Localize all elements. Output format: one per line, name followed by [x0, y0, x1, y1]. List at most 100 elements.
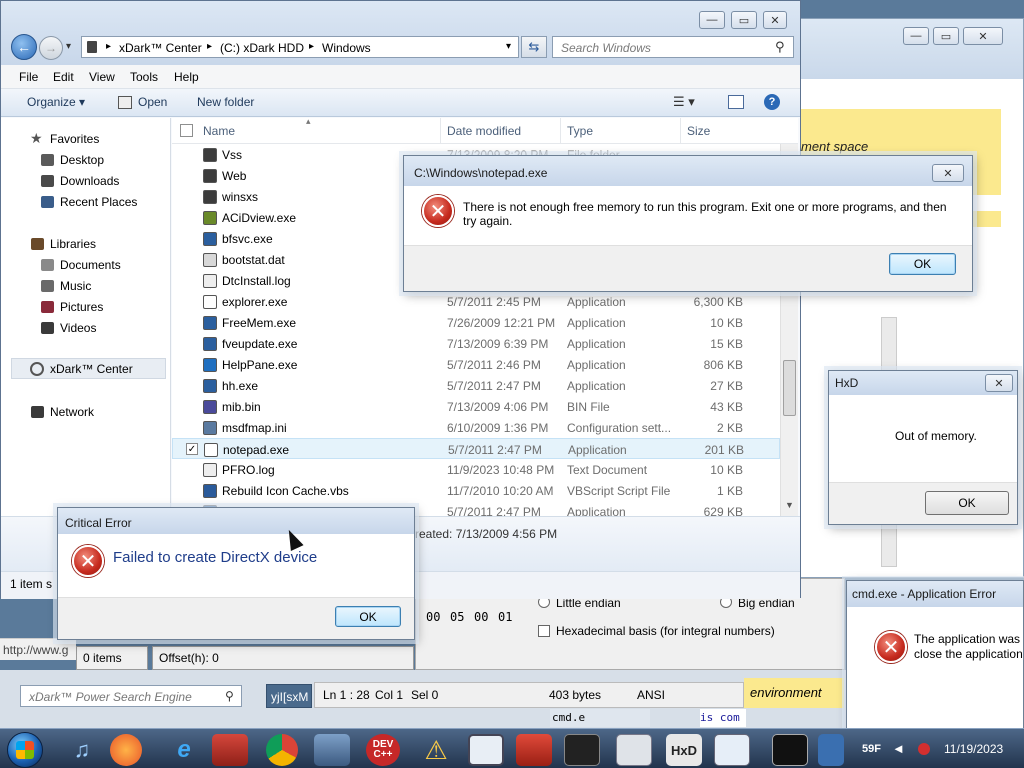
- select-all-checkbox[interactable]: [180, 124, 193, 137]
- menu-tools[interactable]: Tools: [130, 70, 158, 84]
- search-icon[interactable]: ⚲: [225, 689, 234, 703]
- row-checkbox[interactable]: ✓: [186, 443, 198, 455]
- xdark-center-icon: [30, 362, 44, 376]
- refresh-button[interactable]: ⇆: [521, 36, 547, 58]
- nav-xdark-center[interactable]: xDark™ Center: [11, 358, 166, 379]
- start-orb[interactable]: [7, 732, 43, 768]
- tool-icon[interactable]: [314, 734, 350, 766]
- error-tray-icon[interactable]: [918, 743, 930, 755]
- scrollbar-thumb[interactable]: [783, 360, 796, 416]
- dialog-message-line1: The application was u: [914, 632, 1024, 646]
- open-button[interactable]: Open: [138, 95, 167, 109]
- nav-documents[interactable]: Documents: [1, 255, 166, 275]
- column-size[interactable]: Size: [687, 124, 710, 138]
- ie-icon[interactable]: e: [166, 734, 202, 766]
- column-name[interactable]: Name: [203, 124, 235, 138]
- ok-button[interactable]: OK: [889, 253, 956, 275]
- pos-icon[interactable]: [564, 734, 600, 766]
- minimize-button[interactable]: —: [903, 27, 929, 45]
- nav-videos[interactable]: Videos: [1, 318, 166, 338]
- close-button[interactable]: ✕: [963, 27, 1003, 45]
- toolbox-icon[interactable]: [516, 734, 552, 766]
- column-type[interactable]: Type: [567, 124, 593, 138]
- view-options-icon[interactable]: ☰ ▾: [673, 94, 695, 110]
- breadcrumb-item[interactable]: xDark™ Center: [119, 41, 202, 55]
- notes-icon[interactable]: [616, 734, 652, 766]
- chevron-down-icon[interactable]: ▾: [506, 41, 511, 52]
- maximize-button[interactable]: ▭: [731, 11, 757, 29]
- cmd-icon[interactable]: [772, 734, 808, 766]
- back-button[interactable]: ←: [11, 34, 37, 60]
- hex-basis-checkbox[interactable]: [538, 625, 550, 637]
- file-size: 806 KB: [703, 358, 743, 372]
- app-icon[interactable]: [212, 734, 248, 766]
- scroll-down-icon[interactable]: ▼: [785, 500, 794, 510]
- close-button[interactable]: ✕: [985, 374, 1013, 392]
- search-input[interactable]: Search Windows ⚲: [552, 36, 794, 58]
- warning-icon[interactable]: ⚠: [418, 734, 454, 766]
- close-button[interactable]: ✕: [763, 11, 787, 29]
- chrome-icon[interactable]: [266, 734, 298, 766]
- table-row[interactable]: Rebuild Icon Cache.vbs 11/7/2010 10:20 AM…: [172, 480, 780, 501]
- file-name: Rebuild Icon Cache.vbs: [222, 484, 349, 498]
- devcpp-icon[interactable]: DEV C++: [366, 734, 400, 766]
- nav-network[interactable]: Network: [1, 402, 166, 422]
- menu-help[interactable]: Help: [174, 70, 199, 84]
- music-icon[interactable]: ♫: [64, 734, 100, 766]
- file-type: BIN File: [567, 400, 610, 414]
- window-icon[interactable]: [468, 734, 504, 766]
- network-icon: [31, 406, 44, 418]
- chevron-down-icon[interactable]: ▾: [66, 41, 71, 52]
- address-bar[interactable]: ▸ xDark™ Center ▸ (C:) xDark HDD ▸ Windo…: [81, 36, 519, 58]
- minimize-button[interactable]: —: [699, 11, 725, 29]
- critical-error-dialog: Critical Error ✕ Failed to create Direct…: [57, 507, 415, 640]
- nav-favorites[interactable]: ★ Favorites: [1, 129, 166, 149]
- ok-button[interactable]: OK: [925, 491, 1009, 515]
- table-row[interactable]: msdfmap.ini 6/10/2009 1:36 PM Configuratio…: [172, 417, 780, 438]
- hxd-icon[interactable]: HxD: [666, 734, 702, 766]
- breadcrumb-item[interactable]: (C:) xDark HDD: [220, 41, 304, 55]
- editor-icon[interactable]: [714, 734, 750, 766]
- sxm-button[interactable]: yjI[sxM: [266, 684, 312, 708]
- menu-edit[interactable]: Edit: [53, 70, 74, 84]
- menu-file[interactable]: File: [19, 70, 38, 84]
- column-date[interactable]: Date modified: [447, 124, 521, 138]
- breadcrumb-item[interactable]: Windows: [322, 41, 371, 55]
- nav-pictures[interactable]: Pictures: [1, 297, 166, 317]
- nav-downloads[interactable]: Downloads: [1, 171, 166, 191]
- clock[interactable]: 11/19/2023: [944, 742, 1003, 756]
- volume-icon[interactable]: ◄: [892, 741, 905, 756]
- file-date: 11/7/2010 10:20 AM: [447, 484, 554, 498]
- hxd-label: HxD: [670, 742, 697, 758]
- nav-recent-places[interactable]: Recent Places: [1, 192, 166, 212]
- nav-music[interactable]: Music: [1, 276, 166, 296]
- maximize-button[interactable]: ▭: [933, 27, 959, 45]
- menu-view[interactable]: View: [89, 70, 115, 84]
- nav-desktop[interactable]: Desktop: [1, 150, 166, 170]
- organize-button[interactable]: Organize ▾: [27, 95, 85, 109]
- help-icon[interactable]: ?: [764, 94, 780, 110]
- column-header: ▴ Name Date modified Type Size: [172, 118, 798, 144]
- search-icon[interactable]: ⚲: [775, 39, 785, 55]
- table-row[interactable]: HelpPane.exe 5/7/2011 2:46 PM Application 8…: [172, 354, 780, 375]
- nav-libraries[interactable]: Libraries: [1, 234, 166, 254]
- ok-button[interactable]: OK: [335, 606, 401, 627]
- network-icon[interactable]: [818, 734, 844, 766]
- table-row[interactable]: hh.exe 5/7/2011 2:47 PM Application 27 KB: [172, 375, 780, 396]
- environment-note: environment: [744, 678, 844, 708]
- table-row[interactable]: ✓ notepad.exe 5/7/2011 2:47 PM Application 2…: [172, 438, 780, 459]
- preview-pane-icon[interactable]: [728, 95, 744, 109]
- file-name: Web: [222, 169, 247, 183]
- table-row[interactable]: mib.bin 7/13/2009 4:06 PM BIN File 43 KB: [172, 396, 780, 417]
- table-row[interactable]: fveupdate.exe 7/13/2009 6:39 PM Applicatio…: [172, 333, 780, 354]
- table-row[interactable]: FreeMem.exe 7/26/2009 12:21 PM Application…: [172, 312, 780, 333]
- hex-value: 00: [474, 610, 489, 624]
- firefox-icon[interactable]: [110, 734, 142, 766]
- forward-button[interactable]: →: [39, 36, 63, 60]
- close-button[interactable]: ✕: [932, 164, 964, 182]
- table-row[interactable]: explorer.exe 5/7/2011 2:45 PM Application 6…: [172, 291, 780, 312]
- table-row[interactable]: PFRO.log 11/9/2023 10:48 PM Text Document 1…: [172, 459, 780, 480]
- downloads-icon: [41, 175, 54, 187]
- new-folder-button[interactable]: New folder: [197, 95, 254, 109]
- power-search-input[interactable]: xDark™ Power Search Engine ⚲: [20, 685, 242, 707]
